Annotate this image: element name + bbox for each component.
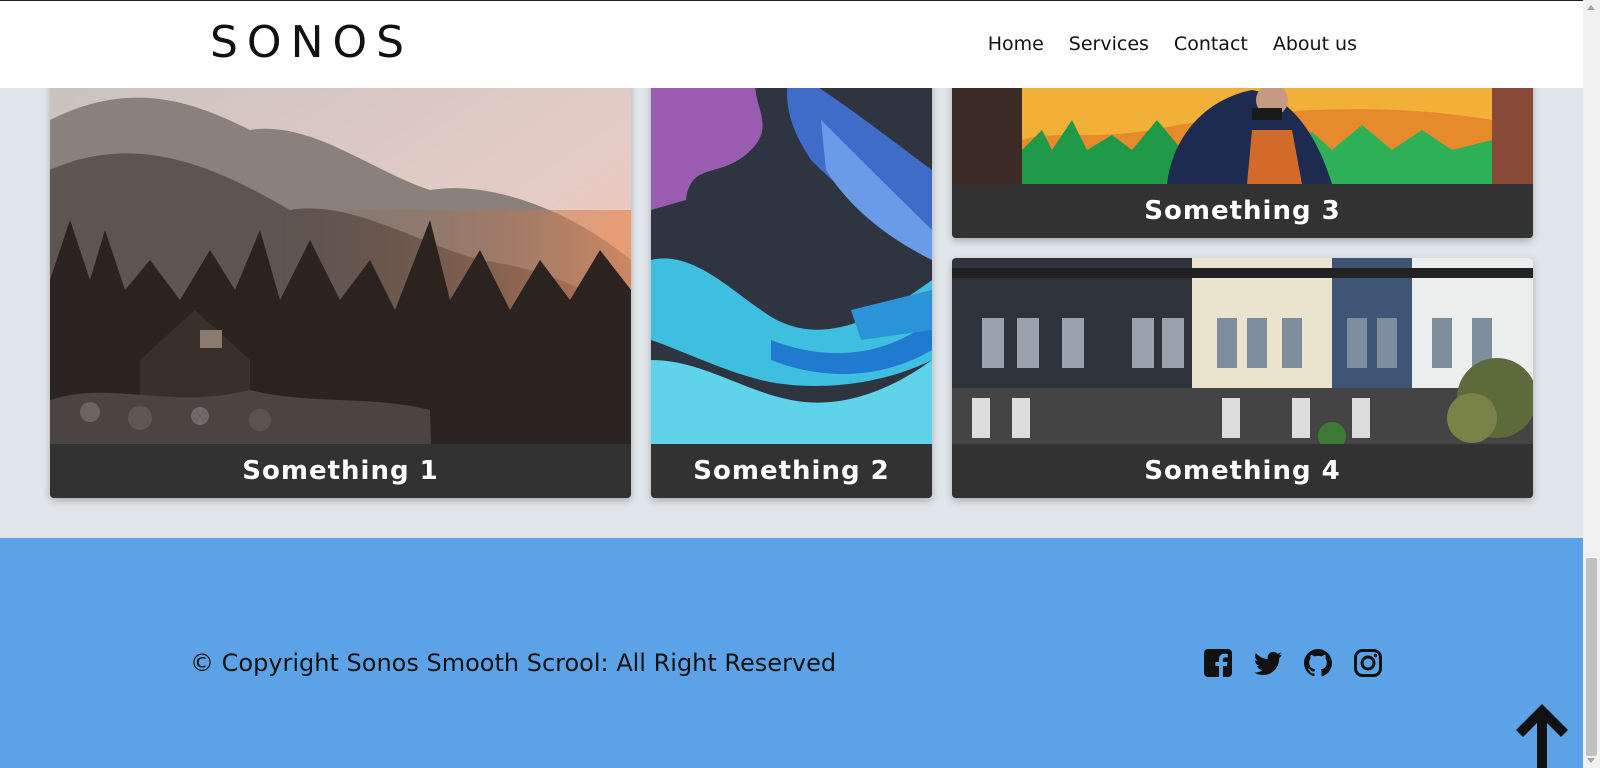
social-links	[1202, 647, 1384, 679]
github-icon[interactable]	[1302, 647, 1334, 679]
site-footer: © Copyright Sonos Smooth Scrool: All Rig…	[0, 538, 1583, 768]
main-nav: Home Services Contact About us	[988, 33, 1357, 55]
gallery-card-2[interactable]: Something 2	[651, 60, 932, 498]
scroll-to-top-arrow-icon[interactable]	[1510, 700, 1574, 768]
copyright-text: © Copyright Sonos Smooth Scrool: All Rig…	[190, 649, 837, 677]
scroll-up-icon[interactable]	[1587, 5, 1595, 10]
page-scrollbar[interactable]	[1583, 0, 1600, 768]
site-header: SONOS Home Services Contact About us	[0, 0, 1583, 88]
card-caption: Something 4	[952, 444, 1533, 498]
mountain-forest-image	[50, 60, 631, 444]
scroll-thumb[interactable]	[1586, 558, 1597, 756]
abstract-graffiti-image	[651, 60, 932, 444]
twitter-icon[interactable]	[1252, 647, 1284, 679]
gallery-card-1[interactable]: Something 1	[50, 60, 631, 498]
logo[interactable]: SONOS	[210, 17, 413, 68]
card-caption: Something 2	[651, 444, 932, 498]
scroll-down-icon[interactable]	[1587, 758, 1595, 763]
instagram-icon[interactable]	[1352, 647, 1384, 679]
victorian-houses-image	[952, 258, 1533, 444]
nav-contact[interactable]: Contact	[1174, 33, 1248, 55]
card-caption: Something 3	[952, 184, 1533, 238]
gallery-card-4[interactable]: Something 4	[952, 258, 1533, 498]
nav-about-us[interactable]: About us	[1273, 33, 1357, 55]
nav-services[interactable]: Services	[1069, 33, 1149, 55]
card-caption: Something 1	[50, 444, 631, 498]
facebook-icon[interactable]	[1202, 647, 1234, 679]
nav-home[interactable]: Home	[988, 33, 1044, 55]
